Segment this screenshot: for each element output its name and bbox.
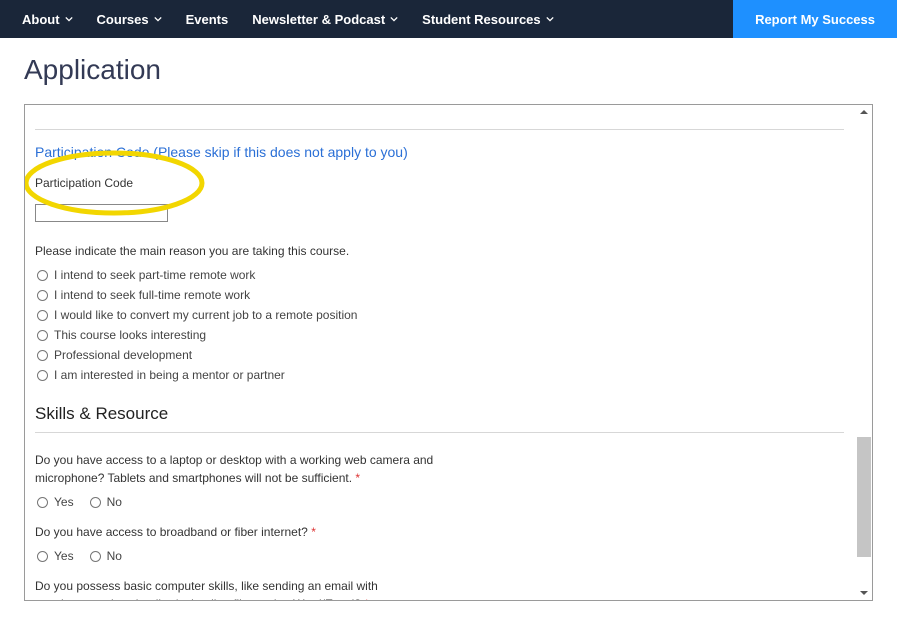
internet-answers: Yes No — [37, 549, 844, 563]
report-success-button[interactable]: Report My Success — [733, 0, 897, 38]
option-label: No — [107, 549, 122, 563]
scroll-thumb[interactable] — [857, 437, 871, 557]
reason-option[interactable]: This course looks interesting — [37, 328, 844, 342]
required-mark: * — [355, 471, 360, 485]
option-label: I intend to seek full-time remote work — [54, 288, 250, 302]
question-text: Do you possess basic computer skills, li… — [35, 579, 378, 601]
option-label: I am interested in being a mentor or par… — [54, 368, 285, 382]
option-label: Yes — [54, 549, 74, 563]
form-frame-wrap: Participation Code (Please skip if this … — [24, 104, 873, 601]
option-label: I intend to seek part-time remote work — [54, 268, 255, 282]
reason-option[interactable]: Professional development — [37, 348, 844, 362]
chevron-down-icon — [154, 15, 162, 23]
report-label: Report My Success — [755, 12, 875, 27]
page-title: Application — [0, 38, 897, 104]
radio-input[interactable] — [37, 350, 48, 361]
laptop-question: Do you have access to a laptop or deskto… — [35, 451, 445, 487]
nav-courses[interactable]: Courses — [97, 12, 162, 27]
option-label: Professional development — [54, 348, 192, 362]
reason-option[interactable]: I intend to seek full-time remote work — [37, 288, 844, 302]
skills-question: Do you possess basic computer skills, li… — [35, 577, 445, 601]
nav-left: About Courses Events Newsletter & Podcas… — [0, 0, 554, 38]
no-option[interactable]: No — [90, 549, 122, 563]
option-label: Yes — [54, 495, 74, 509]
participation-code-input[interactable] — [35, 204, 168, 222]
radio-input[interactable] — [37, 270, 48, 281]
radio-input[interactable] — [90, 551, 101, 562]
divider — [35, 129, 844, 130]
nav-label: About — [22, 12, 60, 27]
nav-events[interactable]: Events — [186, 12, 229, 27]
reason-option[interactable]: I intend to seek part-time remote work — [37, 268, 844, 282]
no-option[interactable]: No — [90, 495, 122, 509]
nav-label: Student Resources — [422, 12, 540, 27]
yes-option[interactable]: Yes — [37, 549, 74, 563]
yes-option[interactable]: Yes — [37, 495, 74, 509]
participation-code-section-link[interactable]: Participation Code (Please skip if this … — [35, 144, 844, 160]
question-text: Do you have access to a laptop or deskto… — [35, 453, 433, 485]
option-label: I would like to convert my current job t… — [54, 308, 357, 322]
nav-student-resources[interactable]: Student Resources — [422, 12, 553, 27]
skills-heading: Skills & Resource — [35, 404, 844, 424]
reason-option[interactable]: I would like to convert my current job t… — [37, 308, 844, 322]
radio-input[interactable] — [37, 497, 48, 508]
top-navbar: About Courses Events Newsletter & Podcas… — [0, 0, 897, 38]
scroll-up-arrow-icon[interactable] — [857, 105, 871, 119]
reason-options: I intend to seek part-time remote work I… — [35, 268, 844, 382]
chevron-down-icon — [65, 15, 73, 23]
radio-input[interactable] — [37, 330, 48, 341]
required-mark: * — [364, 597, 369, 601]
chevron-down-icon — [546, 15, 554, 23]
question-text: Do you have access to broadband or fiber… — [35, 525, 308, 539]
chevron-down-icon — [390, 15, 398, 23]
reason-option[interactable]: I am interested in being a mentor or par… — [37, 368, 844, 382]
option-label: No — [107, 495, 122, 509]
nav-label: Courses — [97, 12, 149, 27]
nav-about[interactable]: About — [22, 12, 73, 27]
radio-input[interactable] — [37, 370, 48, 381]
option-label: This course looks interesting — [54, 328, 206, 342]
divider — [35, 432, 844, 433]
nav-newsletter[interactable]: Newsletter & Podcast — [252, 12, 398, 27]
scrollbar[interactable] — [856, 105, 872, 600]
radio-input[interactable] — [90, 497, 101, 508]
required-mark: * — [311, 525, 316, 539]
nav-spacer — [554, 0, 733, 38]
laptop-answers: Yes No — [37, 495, 844, 509]
radio-input[interactable] — [37, 290, 48, 301]
form-frame: Participation Code (Please skip if this … — [24, 104, 873, 601]
nav-label: Events — [186, 12, 229, 27]
internet-question: Do you have access to broadband or fiber… — [35, 523, 445, 541]
form-inner: Participation Code (Please skip if this … — [25, 105, 872, 601]
reason-question: Please indicate the main reason you are … — [35, 244, 844, 258]
participation-code-label: Participation Code — [35, 176, 844, 190]
radio-input[interactable] — [37, 310, 48, 321]
radio-input[interactable] — [37, 551, 48, 562]
nav-label: Newsletter & Podcast — [252, 12, 385, 27]
scroll-down-arrow-icon[interactable] — [857, 586, 871, 600]
